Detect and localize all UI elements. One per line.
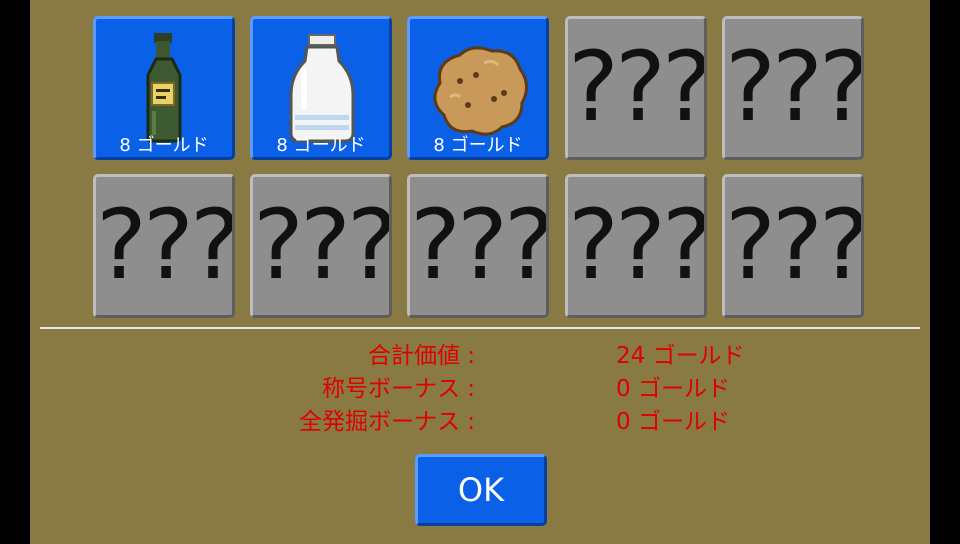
total-value-label: 合計価値 : — [367, 343, 475, 369]
ok-button[interactable]: OK — [415, 454, 547, 526]
unknown-slot-7[interactable]: ??? — [250, 174, 392, 318]
unknown-slot-10[interactable]: ??? — [722, 174, 864, 318]
item-price: 8 ゴールド — [276, 135, 366, 156]
unknown-item-label: ??? — [725, 189, 864, 301]
unknown-slot-8[interactable]: ??? — [407, 174, 549, 318]
unknown-item-label: ??? — [725, 31, 864, 143]
unknown-slot-6[interactable]: ??? — [93, 174, 235, 318]
item-price: 8 ゴールド — [119, 135, 209, 156]
unknown-item-label: ??? — [568, 31, 707, 143]
unknown-slot-9[interactable]: ??? — [565, 174, 707, 318]
unknown-item-label: ??? — [410, 189, 549, 301]
dig-bonus-label: 全発掘ボーナス : — [298, 409, 475, 435]
divider — [40, 327, 920, 329]
dig-bonus-value: 0 ゴールド — [616, 409, 730, 435]
result-panel: 8 ゴールド 8 ゴールド 8 ゴールド ??? ??? ??? ??? ???… — [30, 0, 930, 544]
item-slot-2[interactable]: 8 ゴールド — [250, 16, 392, 160]
item-price: 8 ゴールド — [433, 135, 523, 156]
unknown-slot-4[interactable]: ??? — [565, 16, 707, 160]
total-value: 24 ゴールド — [616, 343, 745, 369]
unknown-slot-5[interactable]: ??? — [722, 16, 864, 160]
unknown-item-label: ??? — [568, 189, 707, 301]
unknown-item-label: ??? — [253, 189, 392, 301]
item-slot-1[interactable]: 8 ゴールド — [93, 16, 235, 160]
item-slot-3[interactable]: 8 ゴールド — [407, 16, 549, 160]
title-bonus-value: 0 ゴールド — [616, 376, 730, 402]
title-bonus-label: 称号ボーナス : — [321, 376, 475, 402]
unknown-item-label: ??? — [96, 189, 235, 301]
